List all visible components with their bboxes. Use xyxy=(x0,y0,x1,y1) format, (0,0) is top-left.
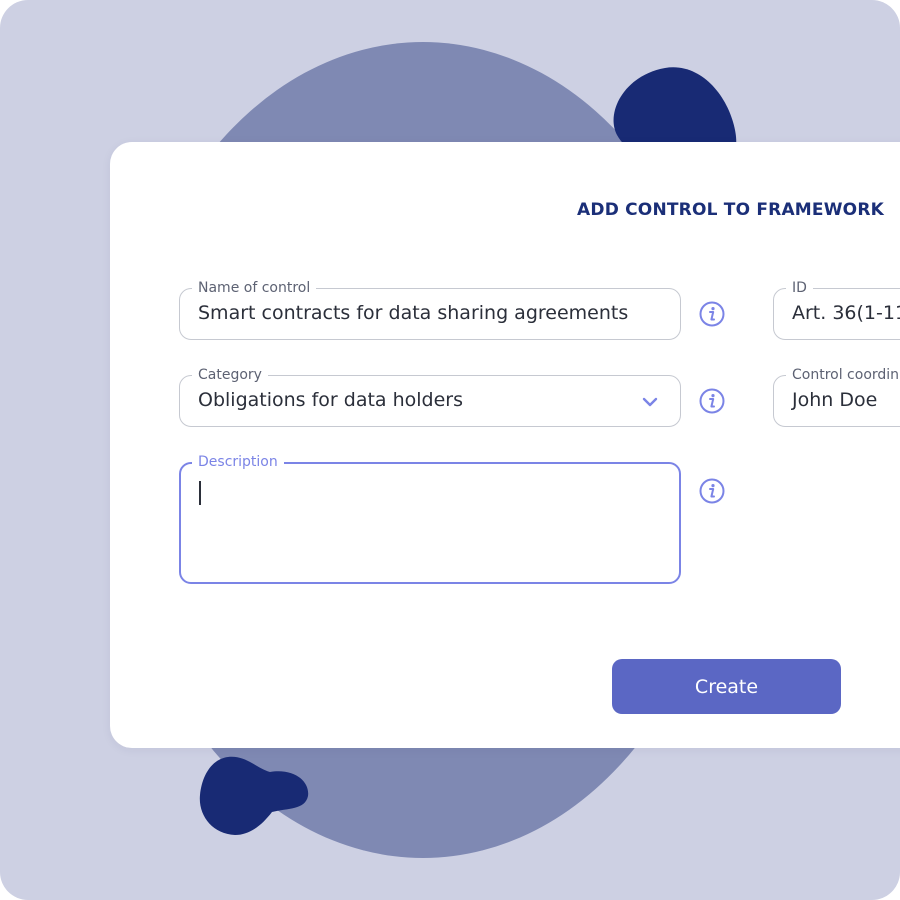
name-of-control-info-icon[interactable] xyxy=(699,301,725,327)
name-of-control-value: Smart contracts for data sharing agreeme… xyxy=(198,302,629,324)
id-field[interactable]: ID Art. 36(1-11 xyxy=(773,279,900,340)
id-value: Art. 36(1-11 xyxy=(792,302,900,324)
description-textarea[interactable]: Description xyxy=(179,453,681,584)
description-label: Description xyxy=(192,453,284,471)
chevron-down-icon[interactable] xyxy=(640,392,660,412)
control-coordinator-value: John Doe xyxy=(792,389,878,411)
name-of-control-field[interactable]: Name of control Smart contracts for data… xyxy=(179,279,681,340)
category-select[interactable]: Category Obligations for data holders xyxy=(179,366,681,427)
dialog-title: ADD CONTROL TO FRAMEWORK xyxy=(577,200,884,220)
category-value: Obligations for data holders xyxy=(198,389,464,411)
add-control-dialog: ADD CONTROL TO FRAMEWORK Name of control… xyxy=(110,142,900,748)
create-button[interactable]: Create xyxy=(612,659,841,714)
background-scene: ADD CONTROL TO FRAMEWORK Name of control… xyxy=(0,0,900,900)
category-info-icon[interactable] xyxy=(699,388,725,414)
description-info-icon[interactable] xyxy=(699,478,725,504)
text-cursor xyxy=(199,481,201,505)
control-coordinator-field[interactable]: Control coordin John Doe xyxy=(773,366,900,427)
